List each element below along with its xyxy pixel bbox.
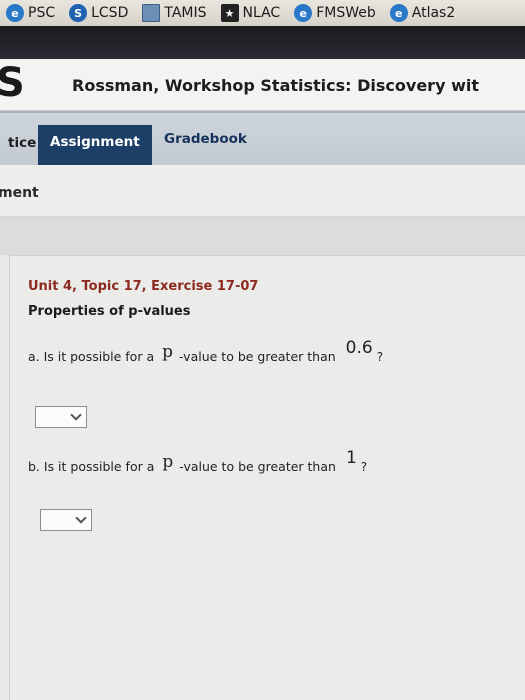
ie-page-icon: e xyxy=(294,4,313,22)
ie-page-icon: e xyxy=(389,4,408,22)
answer-a-select[interactable] xyxy=(35,406,87,428)
bookmark-label: Atlas2 xyxy=(411,5,456,21)
bookmarks-bar: e PSC S LCSD TAMIS ★ NLAC e FMSWeb e Atl… xyxy=(0,0,525,26)
section-title: ment xyxy=(0,185,39,201)
answer-b-select[interactable] xyxy=(40,509,92,531)
course-header: S Rossman, Workshop Statistics: Discover… xyxy=(0,59,525,111)
bookmark-nlac[interactable]: ★ NLAC xyxy=(215,0,287,26)
tab-assignment[interactable]: Assignment xyxy=(38,125,152,165)
course-logo: S xyxy=(0,60,25,106)
exercise-subtitle: Properties of p-values xyxy=(28,304,191,319)
question-mark: ? xyxy=(360,460,368,474)
bookmark-label: FMSWeb xyxy=(316,5,376,21)
bookmark-lcsd[interactable]: S LCSD xyxy=(63,0,134,26)
ie-page-icon: e xyxy=(6,4,24,22)
chevron-down-icon xyxy=(75,512,87,524)
bookmark-fmsweb[interactable]: e FMSWeb xyxy=(288,0,382,26)
question-text-middle: -value to be greater than xyxy=(179,349,336,364)
chevron-down-icon xyxy=(70,409,82,421)
star-icon: ★ xyxy=(220,4,239,22)
exercise-panel: Unit 4, Topic 17, Exercise 17-07 Propert… xyxy=(9,255,525,700)
math-variable: p xyxy=(162,342,173,362)
bookmark-tamis[interactable]: TAMIS xyxy=(136,0,212,26)
bookmark-label: NLAC xyxy=(242,5,281,21)
question-text-prefix: a. Is it possible for a xyxy=(28,349,155,364)
bookmark-atlas[interactable]: e Atlas2 xyxy=(384,0,462,26)
question-text-prefix: b. Is it possible for a xyxy=(28,459,155,474)
tab-gradebook[interactable]: Gradebook xyxy=(152,123,259,155)
question-b: b. Is it possible for a p -value to be g… xyxy=(28,448,368,476)
question-a: a. Is it possible for a p -value to be g… xyxy=(28,338,384,366)
question-mark: ? xyxy=(376,350,384,364)
section-header: ment xyxy=(0,165,525,217)
bookmark-label: PSC xyxy=(28,5,56,21)
question-text-middle: -value to be greater than xyxy=(179,459,336,474)
course-title: Rossman, Workshop Statistics: Discovery … xyxy=(72,76,479,95)
divider-band xyxy=(0,217,525,255)
math-variable: p xyxy=(162,452,174,472)
math-value: 1 xyxy=(345,448,357,468)
sharepoint-icon: S xyxy=(69,4,88,22)
math-value: 0.6 xyxy=(345,338,373,358)
nav-tabs: tice Assignment Gradebook xyxy=(0,111,525,165)
exercise-title: Unit 4, Topic 17, Exercise 17-07 xyxy=(28,279,259,294)
bookmark-label: TAMIS xyxy=(164,5,207,21)
bookmark-label: LCSD xyxy=(91,5,129,21)
browser-toolbar-band xyxy=(0,26,525,59)
bookmark-psc[interactable]: e PSC xyxy=(0,0,61,26)
document-icon xyxy=(142,4,161,22)
